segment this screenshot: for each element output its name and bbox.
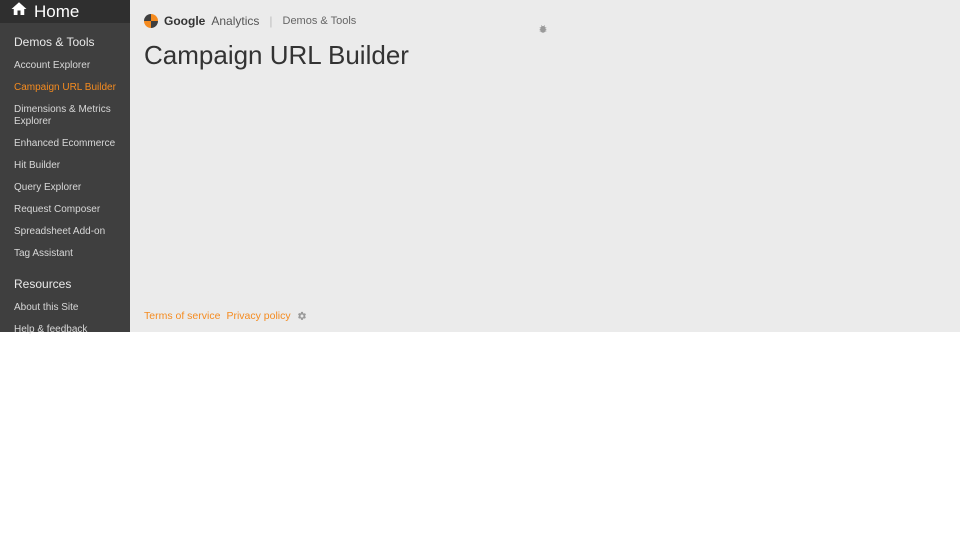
app-shell: Home Demos & Tools Account Explorer Camp… xyxy=(0,0,960,332)
footer-terms-link[interactable]: Terms of service xyxy=(144,310,220,322)
sidebar-item-about-site[interactable]: About this Site xyxy=(0,297,130,319)
brand-separator: | xyxy=(265,14,276,28)
brand-google: Google xyxy=(164,14,205,28)
sidebar-section-title-demos: Demos & Tools xyxy=(0,23,130,55)
sidebar-item-hit-builder[interactable]: Hit Builder xyxy=(0,155,130,177)
page-title: Campaign URL Builder xyxy=(144,40,946,71)
gear-icon[interactable] xyxy=(297,311,307,321)
sidebar-item-campaign-url-builder[interactable]: Campaign URL Builder xyxy=(0,77,130,99)
footer-privacy-link[interactable]: Privacy policy xyxy=(226,310,290,322)
sidebar-item-query-explorer[interactable]: Query Explorer xyxy=(0,177,130,199)
sidebar-item-enhanced-ecommerce[interactable]: Enhanced Ecommerce xyxy=(0,133,130,155)
sidebar-item-request-composer[interactable]: Request Composer xyxy=(0,199,130,221)
sidebar-section-title-resources: Resources xyxy=(0,265,130,297)
sidebar: Home Demos & Tools Account Explorer Camp… xyxy=(0,0,130,332)
main-content: Google Analytics | Demos & Tools Campaig… xyxy=(130,0,960,332)
sidebar-item-spreadsheet-addon[interactable]: Spreadsheet Add-on xyxy=(0,221,130,243)
ga-logo-icon xyxy=(144,14,158,28)
home-label: Home xyxy=(34,2,79,22)
sidebar-item-help-feedback[interactable]: Help & feedback xyxy=(0,319,130,341)
brand-analytics: Analytics xyxy=(211,14,259,28)
bug-icon xyxy=(538,24,548,34)
home-icon xyxy=(10,0,28,23)
sidebar-item-dimensions-metrics[interactable]: Dimensions & Metrics Explorer xyxy=(0,99,130,133)
brand-subtitle: Demos & Tools xyxy=(283,15,357,27)
sidebar-home[interactable]: Home xyxy=(0,0,130,23)
footer: Terms of service Privacy policy xyxy=(144,302,946,322)
sidebar-item-tag-assistant[interactable]: Tag Assistant xyxy=(0,243,130,265)
sidebar-item-account-explorer[interactable]: Account Explorer xyxy=(0,55,130,77)
